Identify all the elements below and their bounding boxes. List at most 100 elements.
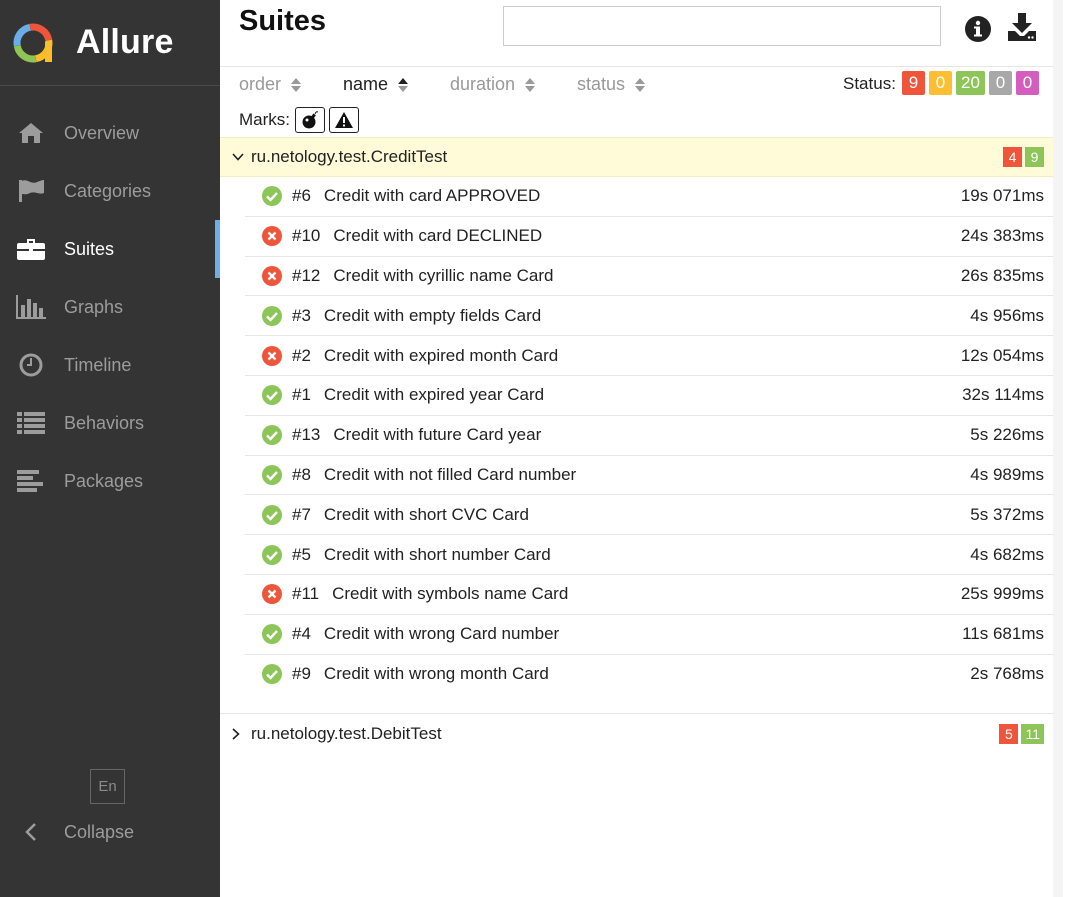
sidebar-item-suites[interactable]: Suites — [0, 220, 220, 278]
test-name: Credit with card APPROVED — [323, 186, 541, 206]
sidebar-nav: Overview Categories Suites Graphs Timeli… — [0, 104, 220, 510]
status-filter: 9 0 20 0 0 — [902, 71, 1039, 95]
suite-header-debittest[interactable]: ru.netology.test.DebitTest 5 11 — [220, 714, 1063, 754]
test-row[interactable]: #5 Credit with short number Card 4s 682ms — [245, 535, 1063, 575]
test-name: Credit with wrong Card number — [323, 624, 560, 644]
briefcase-icon — [16, 236, 46, 262]
check-circle-icon — [262, 664, 282, 685]
sidebar-item-label: Packages — [64, 470, 144, 491]
test-duration: 4s 956ms — [970, 305, 1044, 325]
suite-counts: 4 9 — [1003, 147, 1044, 167]
test-duration: 2s 768ms — [970, 664, 1044, 684]
x-circle-icon — [262, 226, 282, 247]
sort-order[interactable]: order — [239, 74, 302, 95]
test-number: #1 — [292, 385, 311, 405]
info-icon[interactable] — [964, 15, 992, 43]
test-row[interactable]: #8 Credit with not filled Card number 4s 9… — [245, 456, 1063, 496]
page-title: Suites — [239, 5, 327, 37]
sort-icon — [398, 77, 409, 92]
chevron-down-icon — [232, 153, 246, 161]
sidebar-item-timeline[interactable]: Timeline — [0, 336, 220, 394]
test-name: Credit with short CVC Card — [323, 504, 529, 524]
sort-status[interactable]: status — [577, 74, 646, 95]
collapse-label: Collapse — [64, 821, 135, 842]
test-row[interactable]: #4 Credit with wrong Card number 11s 681ms — [245, 615, 1063, 655]
test-row[interactable]: #9 Credit with wrong month Card 2s 768ms — [245, 655, 1063, 695]
status-badge-skipped[interactable]: 0 — [988, 71, 1012, 95]
align-left-icon — [16, 468, 46, 494]
test-row[interactable]: #10 Credit with card DECLINED 24s 383ms — [245, 217, 1063, 257]
home-icon — [16, 120, 46, 146]
test-row[interactable]: #7 Credit with short CVC Card 5s 372ms — [245, 495, 1063, 536]
chevron-left-icon — [16, 823, 46, 841]
suite-counts: 5 11 — [999, 724, 1044, 745]
sort-status-label: status — [577, 74, 626, 94]
sort-order-label: order — [239, 74, 282, 94]
bomb-icon — [302, 111, 319, 129]
sidebar-item-behaviors[interactable]: Behaviors — [0, 394, 220, 452]
sort-duration[interactable]: duration — [450, 74, 536, 95]
test-name: Credit with expired month Card — [323, 345, 559, 365]
scrollbar[interactable] — [1053, 0, 1063, 897]
sidebar-item-overview[interactable]: Overview — [0, 104, 220, 162]
chevron-right-icon — [232, 728, 246, 740]
test-duration: 4s 989ms — [970, 464, 1044, 484]
download-icon[interactable] — [1007, 12, 1037, 42]
test-name: Credit with cyrillic name Card — [333, 265, 554, 285]
sort-bar: order name duration status Status: 9 0 2… — [220, 67, 1063, 103]
main-panel: Suites order name duration status Status… — [220, 0, 1063, 897]
test-name: Credit with short number Card — [323, 544, 551, 564]
test-number: #3 — [292, 305, 311, 325]
test-duration: 26s 835ms — [960, 265, 1044, 285]
test-number: #11 — [292, 584, 320, 604]
warning-icon — [335, 112, 353, 128]
test-row[interactable]: #6 Credit with card APPROVED 19s 071ms — [245, 177, 1063, 217]
test-number: #9 — [292, 664, 311, 684]
search-input[interactable] — [503, 6, 941, 46]
allure-logo-icon — [13, 23, 53, 62]
status-badge-unknown[interactable]: 0 — [1015, 71, 1039, 95]
test-number: #13 — [292, 425, 321, 445]
x-circle-icon — [262, 584, 282, 605]
sidebar-item-graphs[interactable]: Graphs — [0, 278, 220, 336]
sidebar-item-categories[interactable]: Categories — [0, 162, 220, 220]
status-badge-broken[interactable]: 0 — [929, 71, 952, 95]
marks-bar: Marks: — [220, 103, 1063, 137]
brand[interactable]: Allure — [0, 0, 220, 86]
suite-header-credittest[interactable]: ru.netology.test.CreditTest 4 9 — [220, 137, 1063, 177]
test-row[interactable]: #13 Credit with future Card year 5s 226ms — [245, 416, 1063, 456]
x-circle-icon — [262, 265, 282, 286]
test-row[interactable]: #11 Credit with symbols name Card 25s 999m… — [245, 575, 1063, 615]
sidebar-item-label: Graphs — [64, 296, 124, 317]
check-circle-icon — [262, 624, 282, 645]
passed-count-badge: 9 — [1025, 147, 1044, 167]
new-failed-mark-button[interactable] — [329, 107, 359, 133]
top-bar: Suites — [220, 0, 1063, 67]
language-switch[interactable]: En — [90, 769, 125, 804]
app-name: Allure — [76, 23, 174, 61]
suite-name: ru.netology.test.DebitTest — [251, 724, 442, 744]
test-list: #6 Credit with card APPROVED 19s 071ms #10 C… — [245, 177, 1063, 694]
test-row[interactable]: #12 Credit with cyrillic name Card 26s 835… — [245, 257, 1063, 297]
status-badge-passed[interactable]: 20 — [956, 71, 985, 95]
test-duration: 32s 114ms — [962, 385, 1044, 405]
test-number: #7 — [292, 504, 311, 524]
test-row[interactable]: #1 Credit with expired year Card 32s 114ms — [245, 376, 1063, 416]
sort-name[interactable]: name — [343, 74, 409, 95]
test-number: #5 — [292, 544, 311, 564]
test-duration: 12s 054ms — [960, 345, 1044, 365]
test-row[interactable]: #2 Credit with expired month Card 12s 054m… — [245, 336, 1063, 376]
test-name: Credit with expired year Card — [323, 385, 545, 405]
sidebar-item-packages[interactable]: Packages — [0, 452, 220, 510]
flaky-mark-button[interactable] — [295, 107, 325, 133]
sort-icon — [525, 77, 536, 92]
test-name: Credit with empty fields Card — [323, 305, 542, 325]
test-name: Credit with wrong month Card — [323, 664, 549, 684]
test-duration: 24s 383ms — [960, 226, 1044, 246]
sort-icon — [291, 77, 302, 92]
sidebar-item-label: Overview — [64, 122, 140, 143]
collapse-button[interactable]: Collapse — [16, 812, 134, 852]
status-badge-failed[interactable]: 9 — [902, 71, 925, 95]
test-duration: 25s 999ms — [960, 584, 1044, 604]
test-row[interactable]: #3 Credit with empty fields Card 4s 956ms — [245, 296, 1063, 337]
